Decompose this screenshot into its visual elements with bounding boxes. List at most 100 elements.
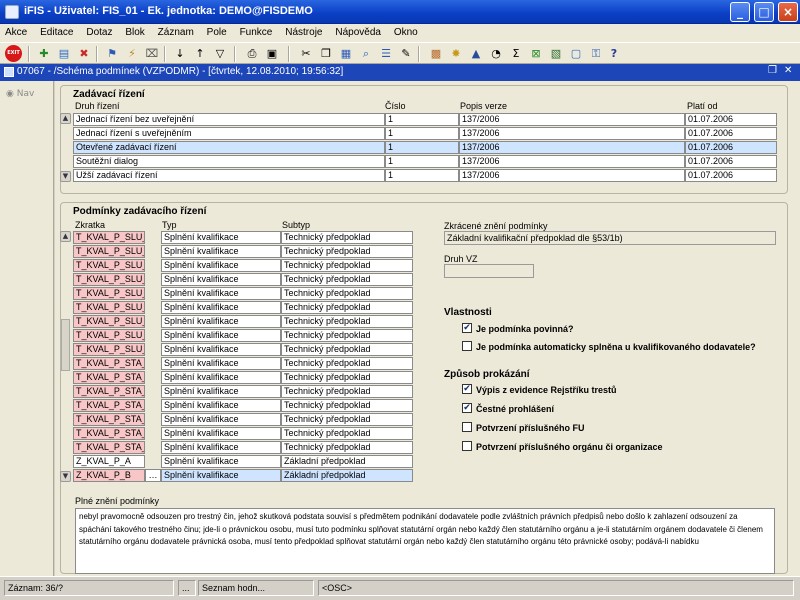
insert-record-icon[interactable]: ✚ [36, 46, 52, 62]
clock-icon[interactable]: ◔ [488, 46, 504, 62]
zkratka-cell[interactable]: T_KVAL_P_SLU_H [73, 329, 145, 342]
platnost-cell[interactable]: 01.07.2006 [685, 169, 777, 182]
edit-icon[interactable]: ✎ [398, 46, 414, 62]
exit-button[interactable]: EXIT [5, 45, 22, 62]
save-icon[interactable]: ▤ [56, 46, 72, 62]
popis-cell[interactable]: 137/2006 [459, 169, 685, 182]
cislo-cell[interactable]: 1 [385, 127, 459, 140]
druh-cell-selected[interactable]: Otevřené zadávací řízení [73, 141, 385, 154]
scroll-down-icon[interactable]: ▼ [60, 471, 71, 482]
subtyp-cell[interactable]: Technický předpoklad [281, 399, 413, 412]
typ-cell[interactable]: Splnění kvalifikace [161, 273, 281, 286]
zkratka-cell[interactable]: T_KVAL_P_STA_C [73, 385, 145, 398]
platnost-cell[interactable]: 01.07.2006 [685, 155, 777, 168]
subtyp-cell[interactable]: Základní předpoklad [281, 469, 413, 482]
zkratka-cell[interactable]: Z_KVAL_P_B [73, 469, 145, 482]
menu-blok[interactable]: Blok [120, 24, 149, 38]
list-icon[interactable]: ☰ [378, 46, 394, 62]
typ-cell[interactable]: Splnění kvalifikace [161, 455, 281, 468]
subtyp-cell[interactable]: Technický předpoklad [281, 427, 413, 440]
platnost-cell[interactable]: 01.07.2006 [685, 127, 777, 140]
typ-cell[interactable]: Splnění kvalifikace [161, 427, 281, 440]
cancel-query-icon[interactable]: ⌧ [144, 46, 160, 62]
subtyp-cell[interactable]: Technický předpoklad [281, 315, 413, 328]
typ-cell[interactable]: Splnění kvalifikace [161, 231, 281, 244]
zkratka-cell[interactable]: T_KVAL_P_STA_B [73, 371, 145, 384]
subtyp-cell[interactable]: Technický předpoklad [281, 329, 413, 342]
zkratka-cell[interactable]: T_KVAL_P_SLU_E [73, 287, 145, 300]
platnost-cell-selected[interactable]: 01.07.2006 [685, 141, 777, 154]
sort-descending-icon[interactable]: ↑ [192, 46, 208, 62]
menu-editace[interactable]: Editace [35, 24, 78, 38]
menu-okno[interactable]: Okno [389, 24, 423, 38]
typ-cell[interactable]: Splnění kvalifikace [161, 315, 281, 328]
cut-icon[interactable]: ✂ [298, 46, 314, 62]
zkratka-cell[interactable]: T_KVAL_P_STA_E [73, 413, 145, 426]
subtyp-cell[interactable]: Technický předpoklad [281, 231, 413, 244]
navigate-icon[interactable]: ▲ [468, 46, 484, 62]
zkratka-cell[interactable]: T_KVAL_P_STA_G [73, 441, 145, 454]
cislo-cell-selected[interactable]: 1 [385, 141, 459, 154]
zkracene-field[interactable]: Základní kvalifikační předpoklad dle §53… [444, 231, 776, 245]
zkratka-cell[interactable]: T_KVAL_P_SLU_B [73, 245, 145, 258]
subtyp-cell[interactable]: Technický předpoklad [281, 245, 413, 258]
typ-cell[interactable]: Splnění kvalifikace [161, 385, 281, 398]
filter-icon[interactable]: ▽ [212, 46, 228, 62]
popis-cell[interactable]: 137/2006 [459, 127, 685, 140]
subtyp-cell[interactable]: Technický předpoklad [281, 357, 413, 370]
typ-cell[interactable]: Splnění kvalifikace [161, 343, 281, 356]
paste-icon[interactable]: ▦ [338, 46, 354, 62]
typ-cell[interactable]: Splnění kvalifikace [161, 357, 281, 370]
copy-icon[interactable]: ❐ [318, 46, 334, 62]
vypis-checkbox[interactable]: ✔ [462, 384, 472, 394]
zkratka-cell[interactable]: T_KVAL_P_STA_D [73, 399, 145, 412]
query-icon[interactable]: ⚑ [104, 46, 120, 62]
print-preview-icon[interactable]: ▣ [264, 46, 280, 62]
subtyp-cell[interactable]: Základní předpoklad [281, 455, 413, 468]
popis-cell[interactable]: 137/2006 [459, 155, 685, 168]
search-icon[interactable]: ⌕ [358, 46, 374, 62]
typ-cell[interactable]: Splnění kvalifikace [161, 399, 281, 412]
close-button[interactable]: × [778, 2, 798, 22]
menu-funkce[interactable]: Funkce [235, 24, 278, 38]
fu-checkbox[interactable] [462, 422, 472, 432]
plne-text[interactable]: nebyl pravomocně odsouzen pro trestný či… [75, 508, 775, 574]
scroll-up-icon[interactable]: ▲ [60, 231, 71, 242]
menu-pole[interactable]: Pole [202, 24, 232, 38]
zkratka-cell[interactable]: T_KVAL_P_SLU_F [73, 301, 145, 314]
subtyp-cell[interactable]: Technický předpoklad [281, 371, 413, 384]
close-form-icon[interactable]: ✕ [784, 65, 792, 76]
zkratka-cell[interactable]: T_KVAL_P_SLU_D [73, 273, 145, 286]
export-icon[interactable]: ⊠ [528, 46, 544, 62]
typ-cell[interactable]: Splnění kvalifikace [161, 287, 281, 300]
menu-akce[interactable]: Akce [0, 24, 32, 38]
druh-cell[interactable]: Jednací řízení bez uveřejnění [73, 113, 385, 126]
scroll-up-icon[interactable]: ▲ [60, 113, 71, 124]
subtyp-cell[interactable]: Technický předpoklad [281, 441, 413, 454]
maximize-button[interactable]: □ [754, 2, 774, 22]
automaticky-checkbox[interactable] [462, 341, 472, 351]
subtyp-cell[interactable]: Technický předpoklad [281, 273, 413, 286]
typ-cell[interactable]: Splnění kvalifikace [161, 301, 281, 314]
cestne-checkbox[interactable]: ✔ [462, 403, 472, 413]
execute-query-icon[interactable]: ⚡ [124, 46, 140, 62]
druh-cell[interactable]: Užší zadávací řízení [73, 169, 385, 182]
typ-cell[interactable]: Splnění kvalifikace [161, 259, 281, 272]
settings-icon[interactable]: ✸ [448, 46, 464, 62]
menu-napoveda[interactable]: Nápověda [330, 24, 386, 38]
zkratka-cell[interactable]: T_KVAL_P_STA_A [73, 357, 145, 370]
typ-cell[interactable]: Splnění kvalifikace [161, 441, 281, 454]
print-icon[interactable]: ⎙ [244, 46, 260, 62]
subtyp-cell[interactable]: Technický předpoklad [281, 301, 413, 314]
restore-icon[interactable]: ❐ [768, 65, 777, 76]
typ-cell[interactable]: Splnění kvalifikace [161, 469, 281, 482]
popis-cell[interactable]: 137/2006 [459, 113, 685, 126]
key-icon[interactable]: ⚿ [588, 46, 604, 62]
typ-cell[interactable]: Splnění kvalifikace [161, 371, 281, 384]
povinna-checkbox[interactable]: ✔ [462, 323, 472, 333]
zkratka-cell[interactable]: T_KVAL_P_SLU_G [73, 315, 145, 328]
zkratka-cell[interactable]: T_KVAL_P_SLU_C [73, 259, 145, 272]
excel-icon[interactable]: ▧ [548, 46, 564, 62]
cislo-cell[interactable]: 1 [385, 155, 459, 168]
attachment-icon[interactable]: ▩ [428, 46, 444, 62]
